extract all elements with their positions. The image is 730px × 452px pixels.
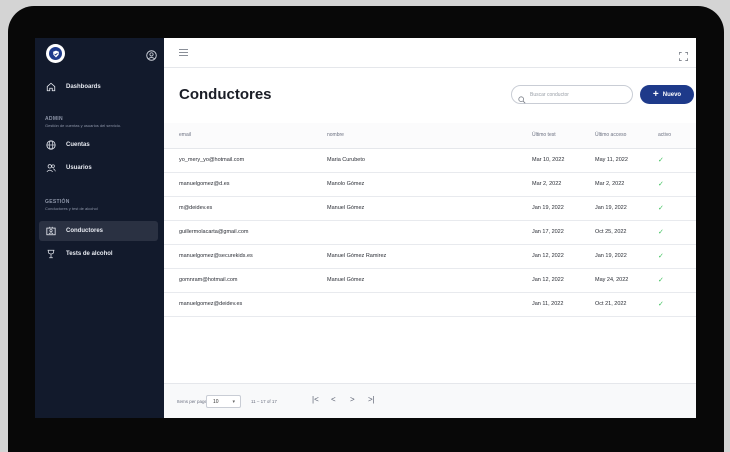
table-row[interactable]: yo_mery_yo@hotmail.com Maria Curubeto Ma… [164,148,696,173]
cell-ultimo-acceso: Jan 19, 2022 [595,196,658,221]
id-card-icon [45,225,57,237]
cell-ultimo-test: Mar 10, 2022 [532,148,595,173]
search-field[interactable] [511,85,633,104]
main-content: Conductores + Nuevo email nombre Último … [164,38,696,418]
section-subtitle-admin: Gestión de cuentas y usuarios del servic… [45,123,122,128]
table-row[interactable]: manuelgomez@securekids.es Manuel Gómez R… [164,244,696,269]
cell-nombre: Maria Curubeto [327,148,532,173]
sidebar-item-cuentas[interactable]: Cuentas [39,135,158,155]
check-icon: ✓ [658,229,664,236]
sidebar-item-label: Conductores [66,228,104,234]
cell-ultimo-test: Jan 12, 2022 [532,268,595,293]
sidebar-item-label: Dashboards [66,84,101,90]
column-header-email[interactable]: email [164,123,327,149]
sidebar-item-conductores[interactable]: Conductores [39,221,158,241]
table-row[interactable]: manuelgomez@d.es Manolo Gómez Mar 2, 202… [164,172,696,197]
cell-email: manuelgomez@securekids.es [164,244,327,269]
cell-email: m@deidev.es [164,196,327,221]
sidebar-item-label: Usuarios [66,165,92,171]
app-logo [46,44,65,63]
check-icon: ✓ [658,181,664,188]
menu-icon[interactable] [179,49,188,56]
search-input[interactable] [530,91,610,98]
first-page-button[interactable]: |< [312,395,319,404]
cell-ultimo-acceso: Oct 21, 2022 [595,292,658,317]
sidebar-item-usuarios[interactable]: Usuarios [39,158,158,178]
cell-email: guillermolacarta@gmail.com [164,220,327,245]
caret-down-icon: ▾ [232,399,235,405]
items-per-page-select[interactable]: 10 ▾ [206,395,241,408]
table-row[interactable]: manuelgomez@deidev.es Jan 11, 2022 Oct 2… [164,292,696,317]
cell-ultimo-test: Jan 19, 2022 [532,196,595,221]
table-row[interactable]: guillermolacarta@gmail.com Jan 17, 2022 … [164,220,696,245]
cell-nombre [327,220,532,245]
items-per-page-value: 10 [213,398,219,405]
check-icon: ✓ [658,277,664,284]
table-row[interactable]: m@deidev.es Manuel Gómez Jan 19, 2022 Ja… [164,196,696,221]
cell-nombre: Manuel Gómez [327,196,532,221]
items-per-page-label: Items per page: [177,399,209,404]
column-header-nombre[interactable]: nombre [327,123,532,149]
new-driver-button[interactable]: + Nuevo [640,85,694,104]
table-row[interactable]: gomnram@hotmail.com Manuel Gómez Jan 12,… [164,268,696,293]
users-icon [45,162,57,174]
cell-ultimo-test: Jan 11, 2022 [532,292,595,317]
paginator: Items per page: 10 ▾ 11 – 17 of 17 |< < … [164,383,696,418]
cell-nombre: Manolo Gómez [327,172,532,197]
previous-page-button[interactable]: < [331,395,336,404]
section-title-admin: ADMIN [45,116,63,122]
page-range-label: 11 – 17 of 17 [251,399,277,404]
check-icon: ✓ [658,253,664,260]
section-subtitle-gestion: Conductores y test de alcohol [45,206,98,211]
home-icon [45,81,57,93]
section-title-gestion: GESTIÓN [45,199,70,205]
check-icon: ✓ [658,205,664,212]
table-header-row: email nombre Último test Último acceso a… [164,123,696,149]
shield-check-icon [49,47,62,60]
check-icon: ✓ [658,157,664,164]
column-header-activo[interactable]: activo [658,123,696,149]
globe-icon [45,139,57,151]
cell-nombre: Manuel Gómez Ramirez [327,244,532,269]
cell-email: yo_mery_yo@hotmail.com [164,148,327,173]
next-page-button[interactable]: > [350,395,355,404]
check-icon: ✓ [658,301,664,308]
cell-ultimo-acceso: May 24, 2022 [595,268,658,293]
cell-ultimo-test: Jan 12, 2022 [532,244,595,269]
cell-ultimo-acceso: Oct 25, 2022 [595,220,658,245]
cell-ultimo-test: Jan 17, 2022 [532,220,595,245]
last-page-button[interactable]: >| [368,395,375,404]
sidebar-item-label: Cuentas [66,142,90,148]
cell-ultimo-test: Mar 2, 2022 [532,172,595,197]
cell-email: manuelgomez@d.es [164,172,327,197]
fullscreen-icon[interactable] [679,48,688,61]
cell-ultimo-acceso: May 11, 2022 [595,148,658,173]
search-icon [518,91,526,103]
sidebar-item-tests[interactable]: Tests de alcohol [39,244,158,264]
cell-email: manuelgomez@deidev.es [164,292,327,317]
app-screen: Dashboards ADMIN Gestión de cuentas y us… [35,38,696,418]
cell-nombre [327,292,532,317]
cell-nombre: Manuel Gómez [327,268,532,293]
sidebar: Dashboards ADMIN Gestión de cuentas y us… [35,38,164,418]
cell-ultimo-acceso: Jan 19, 2022 [595,244,658,269]
cell-email: gomnram@hotmail.com [164,268,327,293]
column-header-ultimo-test[interactable]: Último test [532,123,595,149]
sidebar-item-dashboards[interactable]: Dashboards [39,77,158,97]
cocktail-glass-icon [45,248,57,260]
cell-ultimo-acceso: Mar 2, 2022 [595,172,658,197]
drivers-table: email nombre Último test Último acceso a… [164,123,696,317]
plus-icon: + [652,88,659,100]
user-circle-icon[interactable] [146,48,157,61]
top-bar [164,38,696,68]
sidebar-item-label: Tests de alcohol [66,251,113,257]
new-button-label: Nuevo [662,91,682,98]
page-title: Conductores [179,86,272,103]
column-header-ultimo-acceso[interactable]: Último acceso [595,123,658,149]
